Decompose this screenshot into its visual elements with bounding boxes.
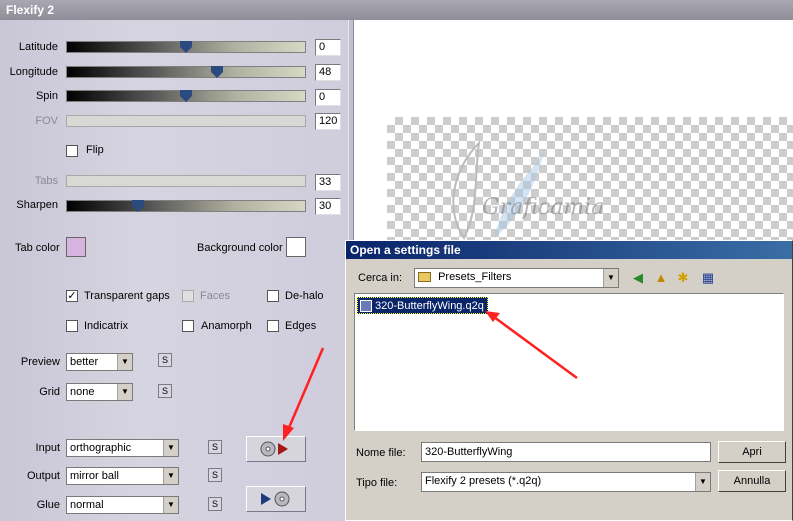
butterfly-watermark-icon xyxy=(452,140,544,240)
sharpen-slider[interactable] xyxy=(66,200,306,212)
view-menu-icon[interactable]: ▦ xyxy=(699,269,717,287)
cancel-button[interactable]: Annulla xyxy=(718,470,786,492)
watermark-text: Graficamia xyxy=(482,195,605,220)
sharpen-label: Sharpen xyxy=(16,199,58,211)
chevron-down-icon[interactable]: ▼ xyxy=(163,468,178,484)
tab-color-swatch[interactable] xyxy=(66,237,86,257)
look-in-dropdown[interactable]: Presets_Filters ▼ xyxy=(414,268,619,288)
output-dropdown-value: mirror ball xyxy=(70,470,119,482)
up-folder-icon[interactable]: ▲ xyxy=(652,269,670,287)
flexify-window: Flexify 2 Latitude 0 Longitude 48 Spin 0… xyxy=(0,0,793,521)
anamorph-checkbox[interactable] xyxy=(182,320,194,332)
tabs-label: Tabs xyxy=(34,175,58,187)
glue-label: Glue xyxy=(36,499,60,511)
grid-label: Grid xyxy=(39,386,60,398)
longitude-value[interactable]: 48 xyxy=(315,64,341,81)
preview-s-button[interactable]: S xyxy=(158,353,172,367)
transparent-gaps-label: Transparent gaps xyxy=(84,290,170,302)
folder-icon xyxy=(418,272,431,283)
indicatrix-label: Indicatrix xyxy=(84,320,129,332)
sharpen-thumb[interactable] xyxy=(132,200,144,212)
save-preset-button[interactable] xyxy=(246,486,306,512)
controls-panel: Latitude 0 Longitude 48 Spin 0 FOV 120 F… xyxy=(0,20,348,521)
window-title: Flexify 2 xyxy=(0,0,793,20)
sharpen-value[interactable]: 30 xyxy=(315,198,341,215)
anamorph-label: Anamorph xyxy=(201,320,252,332)
longitude-label: Longitude xyxy=(9,66,58,78)
dialog-title: Open a settings file xyxy=(346,241,792,259)
latitude-value[interactable]: 0 xyxy=(315,39,341,56)
longitude-slider[interactable] xyxy=(66,66,306,78)
open-button[interactable]: Apri xyxy=(718,441,786,463)
output-dropdown[interactable]: mirror ball ▼ xyxy=(66,467,179,485)
preset-file-icon xyxy=(360,300,372,312)
file-list[interactable]: 320-ButterflyWing.q2q xyxy=(354,293,784,431)
faces-checkbox xyxy=(182,290,194,302)
chevron-down-icon[interactable]: ▼ xyxy=(163,440,178,456)
input-dropdown[interactable]: orthographic ▼ xyxy=(66,439,179,457)
indicatrix-checkbox[interactable] xyxy=(66,320,78,332)
input-label: Input xyxy=(35,442,60,454)
save-disk-icon xyxy=(261,491,290,507)
input-s-button[interactable]: S xyxy=(208,440,222,454)
spin-value[interactable]: 0 xyxy=(315,89,341,106)
output-s-button[interactable]: S xyxy=(208,468,222,482)
chevron-down-icon[interactable]: ▼ xyxy=(163,497,178,513)
chevron-down-icon[interactable]: ▼ xyxy=(603,269,618,287)
glue-s-button[interactable]: S xyxy=(208,497,222,511)
filename-input[interactable]: 320-ButterflyWing xyxy=(421,442,711,462)
new-folder-icon[interactable]: ✱ xyxy=(674,269,692,287)
filename-label: Nome file: xyxy=(356,447,406,459)
preview-label: Preview xyxy=(20,356,60,368)
back-icon[interactable]: ◀ xyxy=(629,269,647,287)
transparent-gaps-checkbox[interactable]: ✓ xyxy=(66,290,78,302)
input-dropdown-value: orthographic xyxy=(70,442,132,454)
fov-slider xyxy=(66,115,306,127)
output-label: Output xyxy=(26,470,60,482)
fov-label: FOV xyxy=(35,115,58,127)
background-color-label: Background color xyxy=(197,242,283,254)
spin-label: Spin xyxy=(35,90,58,102)
load-disk-icon xyxy=(260,441,288,457)
look-in-value: Presets_Filters xyxy=(438,271,512,283)
latitude-thumb[interactable] xyxy=(180,41,192,53)
spin-slider[interactable] xyxy=(66,90,306,102)
file-item-label: 320-ButterflyWing.q2q xyxy=(375,300,484,312)
longitude-thumb[interactable] xyxy=(211,66,223,78)
chevron-down-icon[interactable]: ▼ xyxy=(117,354,132,370)
fov-value: 120 xyxy=(315,113,341,130)
edges-checkbox[interactable] xyxy=(267,320,279,332)
background-color-swatch[interactable] xyxy=(286,237,306,257)
filetype-value: Flexify 2 presets (*.q2q) xyxy=(425,475,542,487)
tab-color-label: Tab color xyxy=(15,242,60,254)
de-halo-checkbox[interactable] xyxy=(267,290,279,302)
open-settings-dialog: Open a settings file Cerca in: Presets_F… xyxy=(345,240,793,521)
tabs-slider xyxy=(66,175,306,187)
spin-thumb[interactable] xyxy=(180,90,192,102)
de-halo-label: De-halo xyxy=(285,290,324,302)
filetype-dropdown[interactable]: Flexify 2 presets (*.q2q) ▼ xyxy=(421,472,711,492)
tabs-value: 33 xyxy=(315,174,341,191)
preview-dropdown-value: better xyxy=(70,356,99,368)
glue-dropdown[interactable]: normal ▼ xyxy=(66,496,179,514)
latitude-label: Latitude xyxy=(18,41,58,53)
chevron-down-icon[interactable]: ▼ xyxy=(117,384,132,400)
latitude-slider[interactable] xyxy=(66,41,306,53)
chevron-down-icon[interactable]: ▼ xyxy=(695,473,710,491)
flip-checkbox[interactable] xyxy=(66,145,78,157)
file-item-selected[interactable]: 320-ButterflyWing.q2q xyxy=(357,297,488,314)
filetype-label: Tipo file: xyxy=(356,477,398,489)
faces-label: Faces xyxy=(200,290,230,302)
flip-label: Flip xyxy=(86,144,104,156)
grid-dropdown[interactable]: none ▼ xyxy=(66,383,133,401)
edges-label: Edges xyxy=(285,320,317,332)
glue-dropdown-value: normal xyxy=(70,499,104,511)
grid-s-button[interactable]: S xyxy=(158,384,172,398)
load-preset-button[interactable] xyxy=(246,436,306,462)
grid-dropdown-value: none xyxy=(70,386,95,398)
look-in-label: Cerca in: xyxy=(358,272,403,284)
preview-dropdown[interactable]: better ▼ xyxy=(66,353,133,371)
